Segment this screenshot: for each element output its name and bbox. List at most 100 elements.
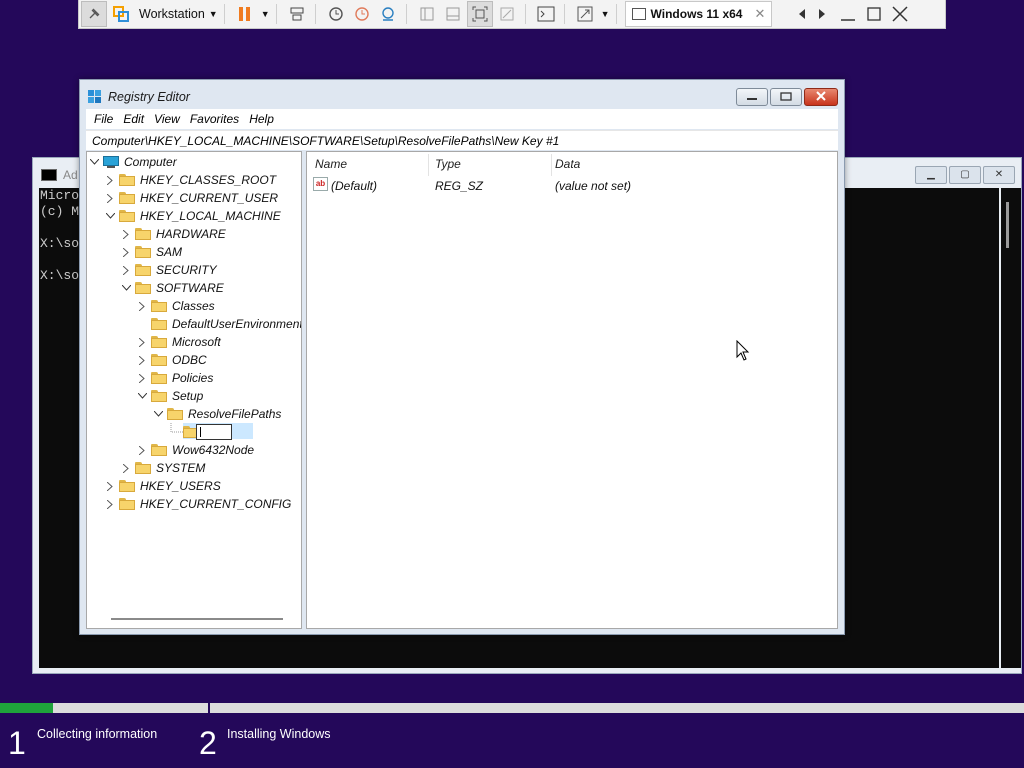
cmd-scroll-thumb[interactable]: [1006, 202, 1009, 248]
chevron-right-icon[interactable]: [105, 175, 115, 185]
stretch-guest-icon[interactable]: [573, 2, 597, 26]
cmd-close-button[interactable]: ✕: [983, 166, 1015, 184]
tree-node-sam[interactable]: SAM: [121, 243, 182, 261]
chevron-right-icon[interactable]: [105, 481, 115, 491]
tree-node-microsoft[interactable]: Microsoft: [137, 333, 221, 351]
cmd-maximize-button[interactable]: ▢: [949, 166, 981, 184]
menu-view[interactable]: View: [154, 112, 180, 126]
minimize-button[interactable]: [736, 88, 768, 106]
menu-favorites[interactable]: Favorites: [190, 112, 239, 126]
restore-icon[interactable]: [862, 2, 886, 26]
full-screen-icon[interactable]: [466, 1, 493, 27]
close-tab-icon[interactable]: ✕: [754, 6, 765, 22]
pause-icon[interactable]: [233, 2, 257, 26]
key-tree[interactable]: Computer HKEY_CLASSES_ROOT HKEY_CURRENT_…: [86, 151, 302, 629]
chevron-down-icon[interactable]: [137, 391, 147, 401]
chevron-right-icon[interactable]: [105, 193, 115, 203]
tree-node-wow6432node[interactable]: Wow6432Node: [137, 441, 254, 459]
tree-node-hklm[interactable]: HKEY_LOCAL_MACHINE: [105, 207, 281, 225]
chevron-right-icon[interactable]: [105, 499, 115, 509]
cmd-titlebar: Ad: [41, 168, 78, 182]
maximize-button[interactable]: [770, 88, 802, 106]
node-label: SYSTEM: [156, 461, 206, 475]
chevron-right-icon[interactable]: [137, 373, 147, 383]
values-list[interactable]: Name Type Data ab (Default) REG_SZ (valu…: [306, 151, 838, 629]
chevron-down-icon[interactable]: [89, 157, 99, 167]
chevron-right-icon[interactable]: [121, 265, 131, 275]
chevron-down-icon[interactable]: [153, 409, 163, 419]
menu-file[interactable]: File: [94, 112, 113, 126]
value-name[interactable]: (Default): [331, 179, 377, 193]
folder-icon: [151, 390, 167, 402]
column-divider[interactable]: [551, 154, 552, 176]
chevron-right-icon[interactable]: [137, 337, 147, 347]
minimize-icon[interactable]: [836, 2, 860, 26]
menu-edit[interactable]: Edit: [123, 112, 144, 126]
chevron-down-icon: ▼: [208, 9, 218, 19]
folder-icon: [151, 444, 167, 456]
chevron-right-icon[interactable]: [121, 247, 131, 257]
divider: [223, 4, 225, 24]
tree-node-security[interactable]: SECURITY: [121, 261, 217, 279]
node-label: Classes: [172, 299, 215, 313]
tree-node-hkcc[interactable]: HKEY_CURRENT_CONFIG: [105, 495, 291, 513]
console-view-icon[interactable]: [534, 2, 558, 26]
chevron-down-icon[interactable]: [105, 211, 115, 221]
tree-horizontal-scrollbar[interactable]: [111, 618, 283, 620]
node-label: DefaultUserEnvironment: [172, 317, 302, 331]
tree-node-system[interactable]: SYSTEM: [121, 459, 205, 477]
tree-node-new-key-renaming[interactable]: [169, 423, 279, 441]
tree-node-setup[interactable]: Setup: [137, 387, 203, 405]
sidebar-view-icon[interactable]: [415, 2, 439, 26]
tree-node-classes[interactable]: Classes: [137, 297, 215, 315]
chevron-down-icon[interactable]: ▼: [601, 9, 610, 19]
setup-progress-bar: [0, 703, 1024, 713]
menu-bar: File Edit View Favorites Help: [86, 109, 838, 129]
send-ctrl-alt-del-icon[interactable]: [285, 2, 309, 26]
unity-icon[interactable]: [495, 2, 519, 26]
tree-node-odbc[interactable]: ODBC: [137, 351, 207, 369]
cmd-scrollbar[interactable]: [1001, 188, 1021, 668]
thumbnail-bar-icon[interactable]: [441, 2, 465, 26]
registry-editor-window[interactable]: Registry Editor File Edit View Favorites…: [79, 79, 845, 635]
snapshot-manager-icon[interactable]: [376, 2, 400, 26]
workstation-menu[interactable]: Workstation ▼: [139, 7, 218, 21]
chevron-right-icon[interactable]: [121, 463, 131, 473]
tree-node-hkcr[interactable]: HKEY_CLASSES_ROOT: [105, 171, 276, 189]
tree-node-hkcu[interactable]: HKEY_CURRENT_USER: [105, 189, 278, 207]
chevron-down-icon[interactable]: ▼: [261, 9, 270, 19]
column-divider[interactable]: [428, 154, 429, 176]
cmd-minimize-button[interactable]: ▁: [915, 166, 947, 184]
setup-progress-fill: [0, 703, 54, 713]
address-bar[interactable]: Computer\HKEY_LOCAL_MACHINE\SOFTWARE\Set…: [86, 130, 838, 150]
chevron-right-icon[interactable]: [121, 229, 131, 239]
tree-node-hku[interactable]: HKEY_USERS: [105, 477, 221, 495]
tree-node-default-user-environment[interactable]: DefaultUserEnvironment: [137, 315, 302, 333]
close-button[interactable]: [804, 88, 838, 106]
snapshot-icon[interactable]: [324, 2, 348, 26]
close-icon[interactable]: [888, 2, 912, 26]
tree-node-computer[interactable]: Computer: [89, 153, 177, 171]
tree-node-resolve-file-paths[interactable]: ResolveFilePaths: [153, 405, 281, 423]
rename-input[interactable]: [196, 424, 232, 440]
arrow-right-icon[interactable]: [810, 2, 834, 26]
tree-node-hardware[interactable]: HARDWARE: [121, 225, 226, 243]
cmd-icon: [41, 169, 57, 181]
menu-help[interactable]: Help: [249, 112, 274, 126]
chevron-right-icon[interactable]: [137, 355, 147, 365]
tree-node-policies[interactable]: Policies: [137, 369, 213, 387]
tree-node-software[interactable]: SOFTWARE: [121, 279, 224, 297]
chevron-right-icon[interactable]: [137, 445, 147, 455]
folder-icon: [151, 318, 167, 330]
chevron-down-icon[interactable]: [121, 283, 131, 293]
chevron-right-icon[interactable]: [137, 301, 147, 311]
folder-icon: [119, 480, 135, 492]
revert-snapshot-icon[interactable]: [350, 2, 374, 26]
column-header-name[interactable]: Name: [315, 157, 347, 171]
tab-windows-11-x64[interactable]: Windows 11 x64 ✕: [624, 1, 773, 27]
restore-icon: [780, 92, 792, 101]
column-header-type[interactable]: Type: [435, 157, 461, 171]
progress-step-divider: [208, 703, 210, 713]
pin-icon[interactable]: [81, 1, 107, 27]
column-header-data[interactable]: Data: [555, 157, 580, 171]
